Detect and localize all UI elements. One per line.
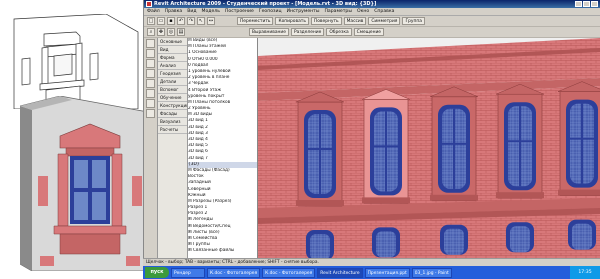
menu-settings[interactable]: Параметры (324, 9, 352, 14)
move-button[interactable]: Переместить (237, 17, 274, 25)
section-icon[interactable]: ▤ (177, 28, 185, 36)
close-button[interactable] (591, 1, 598, 7)
orbit-icon[interactable]: ◎ (167, 28, 175, 36)
palette-button[interactable] (146, 49, 155, 58)
pointer-icon[interactable]: ↖ (197, 17, 205, 25)
menu-bar: Файл Правка Вид Модель Построение Геопоз… (144, 8, 600, 16)
maximize-button[interactable] (583, 1, 590, 7)
facade-render (258, 38, 600, 270)
pan-icon[interactable]: ✥ (157, 28, 165, 36)
trim-button[interactable]: Обрезка (326, 28, 352, 36)
tab-details[interactable]: Детали (158, 78, 187, 86)
palette-button[interactable] (146, 109, 155, 118)
group-button[interactable]: Группа (402, 17, 425, 25)
taskbar-item[interactable]: Презентация.ppt (364, 267, 410, 278)
minimize-button[interactable] (575, 1, 582, 7)
measure-icon[interactable]: ↔ (207, 17, 215, 25)
menu-view[interactable]: Вид (187, 9, 196, 14)
align-button[interactable]: Выравнивание (249, 28, 289, 36)
tab-structure[interactable]: Конструкции (158, 102, 187, 110)
menu-tools[interactable]: Инструменты (287, 9, 320, 14)
status-bar: Щелчок - выбор; TAB - варианты; CTRL - д… (143, 258, 600, 266)
design-bar-tabs: Основные Вид Форма Анализ Геодезия Детал… (158, 38, 188, 270)
tab-learning[interactable]: Обучение (158, 94, 187, 102)
palette-button[interactable] (146, 99, 155, 108)
rotate-button[interactable]: Повернуть (310, 17, 342, 25)
taskbar-item[interactable]: Рендер (171, 267, 205, 278)
tab-render[interactable]: Визуализ (158, 118, 187, 126)
tool-palette (144, 38, 158, 270)
palette-button[interactable] (146, 89, 155, 98)
offset-button[interactable]: Смещение (353, 28, 385, 36)
tab-elevations[interactable]: Фасады (158, 110, 187, 118)
3d-viewport[interactable] (258, 38, 600, 270)
tab-form[interactable]: Форма (158, 54, 187, 62)
open-file-icon[interactable]: ▭ (157, 17, 165, 25)
tab-site[interactable]: Геодезия (158, 70, 187, 78)
menu-file[interactable]: Файл (147, 9, 160, 14)
tab-basics[interactable]: Основные (158, 38, 187, 46)
undo-icon[interactable]: ↶ (177, 17, 185, 25)
palette-button[interactable] (146, 79, 155, 88)
menu-window[interactable]: Окно (357, 9, 369, 14)
redo-icon[interactable]: ↷ (187, 17, 195, 25)
taskbar-item[interactable]: К.doc - Фотогалерея (207, 267, 261, 278)
window-title: Revit Architecture 2009 - Студенческий п… (154, 1, 377, 7)
revit-app-icon (146, 1, 152, 7)
tab-view[interactable]: Вид (158, 46, 187, 54)
menu-help[interactable]: Справка (374, 9, 394, 14)
menu-edit[interactable]: Правка (165, 9, 182, 14)
taskbar: пуск Рендер К.doc - Фотогалерея К.doc - … (143, 266, 600, 279)
start-button[interactable]: пуск (145, 267, 169, 278)
split-button[interactable]: Разделение (290, 28, 325, 36)
menu-model[interactable]: Модель (202, 9, 220, 14)
toolbar-standard: □ ▭ ▪ ↶ ↷ ↖ ↔ Переместить Копировать Пов… (144, 16, 600, 27)
zoom-icon[interactable]: ⌕ (147, 28, 155, 36)
new-file-icon[interactable]: □ (147, 17, 155, 25)
toolbar-edit: ⌕ ✥ ◎ ▤ Выравнивание Разделение Обрезка … (144, 27, 600, 38)
menu-build[interactable]: Построение (225, 9, 254, 14)
clock: 17:35 (570, 266, 600, 279)
tab-aux[interactable]: Вспомог (158, 86, 187, 94)
browser-item[interactable]: ⊞ Связанные файлы (188, 248, 257, 254)
palette-button[interactable] (146, 59, 155, 68)
mirror-button[interactable]: Симметрия (368, 17, 401, 25)
save-icon[interactable]: ▪ (167, 17, 175, 25)
window-titlebar: Revit Architecture 2009 - Студенческий п… (144, 0, 600, 8)
tab-analysis[interactable]: Анализ (158, 62, 187, 70)
array-button[interactable]: Массив (343, 17, 367, 25)
taskbar-item-revit[interactable]: Revit Architecture (317, 267, 363, 278)
palette-button[interactable] (146, 39, 155, 48)
menu-geo[interactable]: Геопозиц (259, 9, 282, 14)
palette-button[interactable] (146, 69, 155, 78)
tab-calc[interactable]: Расчеты (158, 126, 187, 134)
project-browser: ⊟ Виды (все) ⊟ Планы этажей 1 Основание … (188, 38, 258, 270)
copy-button[interactable]: Копировать (275, 17, 309, 25)
window-line-drawing (13, 14, 139, 109)
revit-window: Revit Architecture 2009 - Студенческий п… (143, 0, 600, 279)
taskbar-item[interactable]: К.doc - Фотогалерея (262, 267, 316, 278)
taskbar-item[interactable]: 03_1.jpg - Paint (411, 267, 452, 278)
